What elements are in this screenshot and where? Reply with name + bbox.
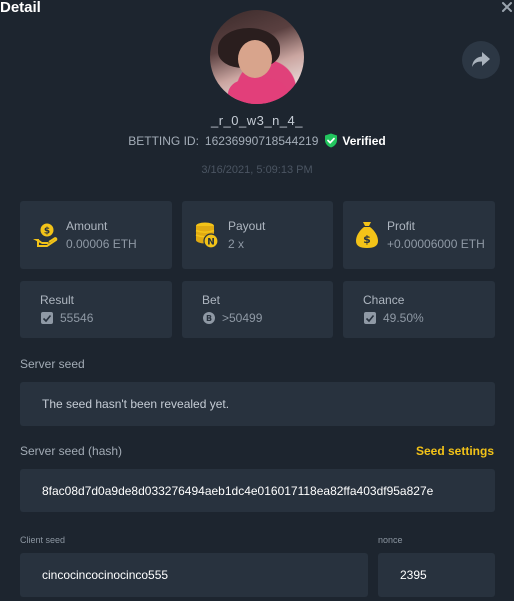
result-label: Result [40, 293, 75, 307]
amount-card: $ Amount 0.00006 ETH [20, 201, 172, 269]
dice-icon [364, 312, 376, 324]
server-seed-hash-field[interactable]: 8fac08d7d0a9de8d033276494aeb1dc4e0160171… [20, 469, 495, 512]
svg-text:N: N [207, 238, 215, 248]
verified-label: Verified [342, 133, 386, 148]
verified-badge: Verified [324, 133, 386, 148]
username: _r_0_w3_n_4_ [210, 113, 304, 128]
avatar [210, 10, 304, 104]
amount-value: 0.00006 ETH [66, 237, 137, 251]
shield-check-icon [325, 133, 338, 148]
bet-card: Bet B >50499 [182, 281, 333, 338]
hand-coin-icon: $ [33, 223, 58, 247]
svg-text:B: B [206, 314, 212, 323]
result-value: 55546 [60, 311, 94, 325]
payout-card: N Payout 2 x [182, 201, 333, 269]
svg-text:$: $ [363, 233, 371, 246]
nonce-label: nonce [378, 535, 403, 545]
close-icon[interactable] [500, 0, 514, 14]
nonce-field[interactable]: 2395 [378, 553, 495, 597]
server-seed-label: Server seed [20, 357, 85, 371]
bet-label: Bet [202, 293, 221, 307]
chance-label: Chance [363, 293, 405, 307]
chance-value: 49.50% [383, 311, 424, 325]
bet-value: >50499 [222, 311, 263, 325]
money-bag-icon: $ [356, 222, 378, 248]
server-seed-hash-label: Server seed (hash) [20, 444, 123, 458]
coin-icon: B [203, 312, 215, 324]
amount-label: Amount [66, 219, 108, 233]
profit-label: Profit [387, 219, 416, 233]
profit-value: +0.00006000 ETH [387, 237, 485, 251]
bet-timestamp: 3/16/2021, 5:09:13 PM [201, 164, 313, 176]
share-arrow-icon [472, 52, 490, 67]
coin-stack-icon: N [195, 222, 219, 249]
profit-card: $ Profit +0.00006000 ETH [343, 201, 495, 269]
result-card: Result 55546 [20, 281, 172, 338]
server-seed-field: The seed hasn't been revealed yet. [20, 382, 495, 426]
betting-id-row: BETTING ID: 16236990718544219 Verified [0, 133, 514, 148]
svg-text:$: $ [44, 227, 50, 237]
chance-card: Chance 49.50% [343, 281, 495, 338]
client-seed-label: Client seed [20, 535, 66, 545]
seed-settings-link[interactable]: Seed settings [416, 444, 494, 458]
payout-label: Payout [228, 219, 266, 233]
betting-id-value: 16236990718544219 [204, 133, 319, 148]
betting-id-label: BETTING ID: [128, 133, 199, 148]
dice-icon [41, 312, 53, 324]
client-seed-field[interactable]: cincocincocinocinco555 [20, 553, 368, 597]
dialog-title: Detail [0, 0, 41, 16]
share-button[interactable] [462, 41, 500, 79]
payout-value: 2 x [228, 237, 245, 251]
